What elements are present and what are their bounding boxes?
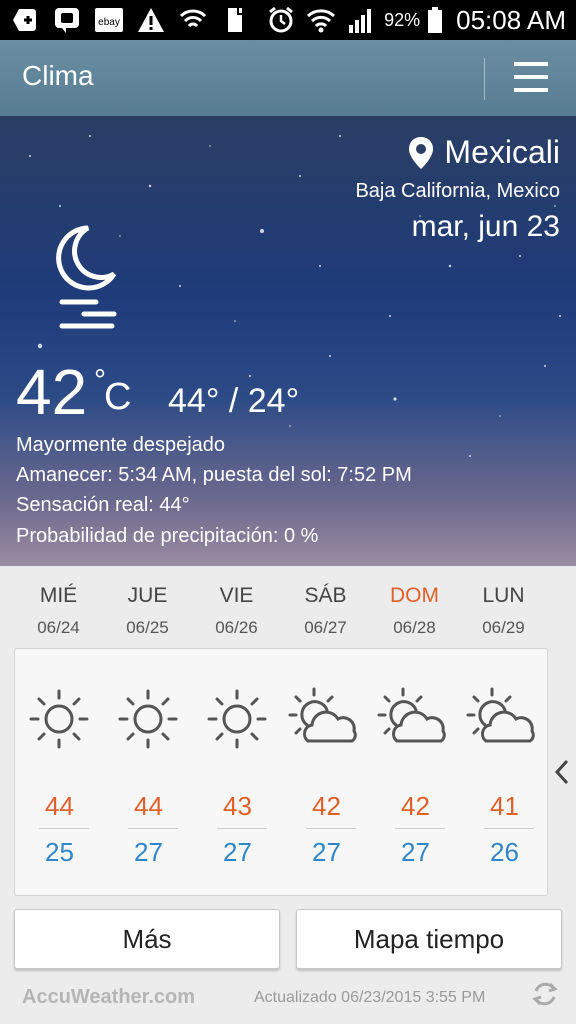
day-header: VIE 06/26 <box>192 566 281 638</box>
partly-cloudy-icon <box>288 687 357 743</box>
forecast-low: 27 <box>401 837 430 867</box>
region-name: Baja California, Mexico <box>355 180 560 202</box>
accuweather-logo[interactable]: AccuWeather.com <box>22 986 195 1009</box>
day-header: SÁB 06/27 <box>281 566 370 638</box>
battery-icon <box>426 4 444 36</box>
moon-haze-icon <box>56 225 117 329</box>
alarm-icon <box>264 4 298 36</box>
status-bar: ebay 92% 05:08 AM <box>0 0 576 40</box>
day-date: 06/27 <box>304 618 347 637</box>
wifi-icon <box>304 4 338 36</box>
forecast-high: 44 <box>134 791 163 821</box>
current-temperature: 42 <box>16 356 88 428</box>
location-pin-icon <box>409 136 434 169</box>
sun-icon <box>118 689 178 749</box>
warning-icon <box>134 4 168 36</box>
forecast-low: 25 <box>45 837 74 867</box>
day-date: 06/25 <box>126 618 169 637</box>
sunrise-sunset-text: Amanecer: 5:34 AM, puesta del sol: 7:52 … <box>16 464 412 486</box>
day-name: SÁB <box>304 584 347 607</box>
battery-percent: 92% <box>384 10 421 30</box>
city-name: Mexicali <box>444 134 560 170</box>
day-name: DOM <box>390 584 439 607</box>
forecast-high: 44 <box>45 791 74 821</box>
current-date: mar, jun 23 <box>411 210 560 243</box>
precipitation-text: Probabilidad de precipitación: 0 % <box>16 525 319 547</box>
sim-icon <box>218 4 252 36</box>
forecast-separator <box>484 828 534 829</box>
forecast-separator <box>306 828 356 829</box>
day-header: MIÉ 06/24 <box>14 566 103 638</box>
day-date: 06/29 <box>482 618 525 637</box>
forecast-high: 41 <box>490 791 519 821</box>
ebay-icon: ebay <box>92 4 126 36</box>
forecast-day[interactable]: 44 27 <box>104 649 193 895</box>
forecast-separator <box>39 828 89 829</box>
day-header: LUN 06/29 <box>459 566 548 638</box>
side-panel-toggle[interactable] <box>552 758 572 791</box>
forecast-day[interactable]: 43 27 <box>193 649 282 895</box>
forecast-high: 42 <box>312 791 341 821</box>
chevron-left-icon <box>554 759 569 785</box>
app-title: Clima <box>22 60 94 91</box>
refresh-icon <box>532 982 558 1006</box>
refresh-button[interactable] <box>530 979 560 1014</box>
svg-text:ebay: ebay <box>98 17 120 28</box>
app-bar-divider <box>484 58 485 100</box>
day-header: JUE 06/25 <box>103 566 192 638</box>
day-name: VIE <box>219 584 254 607</box>
hamburger-menu-icon <box>514 62 548 92</box>
forecast-separator <box>395 828 445 829</box>
forecast-low: 26 <box>490 837 519 867</box>
temperature-unit: C <box>104 376 132 418</box>
forecast-high: 42 <box>401 791 430 821</box>
sun-icon <box>29 689 89 749</box>
bbm-icon <box>50 4 84 36</box>
day-date: 06/26 <box>215 618 258 637</box>
forecast-day[interactable]: 41 26 <box>460 649 549 895</box>
weather-map-button[interactable]: Mapa tiempo <box>296 909 562 969</box>
day-header: DOM 06/28 <box>370 566 459 638</box>
location: Mexicali <box>408 134 560 171</box>
day-date: 06/28 <box>393 618 436 637</box>
forecast-day[interactable]: 42 27 <box>371 649 460 895</box>
forecast-card[interactable]: 44 25 44 27 43 27 42 27 42 27 41 26 <box>14 648 548 896</box>
forecast-day-headers: MIÉ 06/24 JUE 06/25 VIE 06/26 SÁB 06/27 … <box>14 566 548 648</box>
forecast-separator <box>217 828 267 829</box>
forecast-day[interactable]: 42 27 <box>282 649 371 895</box>
forecast-high: 43 <box>223 791 252 821</box>
day-name: JUE <box>127 584 168 607</box>
partly-cloudy-icon <box>377 687 446 743</box>
feels-like-text: Sensación real: 44° <box>16 494 190 516</box>
sun-icon <box>207 689 267 749</box>
wifi-alert-icon <box>176 4 210 36</box>
day-name: LUN <box>482 584 525 607</box>
forecast-separator <box>128 828 178 829</box>
partly-cloudy-icon <box>466 687 535 743</box>
forecast-low: 27 <box>312 837 341 867</box>
signal-icon <box>344 4 378 36</box>
app-bar: Clima <box>0 40 576 116</box>
hi-lo-temperature: 44° / 24° <box>168 382 300 420</box>
last-updated-text: Actualizado 06/23/2015 3:55 PM <box>254 989 486 1006</box>
day-name: MIÉ <box>39 584 78 607</box>
day-date: 06/24 <box>37 618 80 637</box>
current-conditions-panel: Mexicali Baja California, Mexico mar, ju… <box>0 116 576 566</box>
more-button[interactable]: Más <box>14 909 280 969</box>
forecast-low: 27 <box>223 837 252 867</box>
clock: 05:08 AM <box>456 5 566 35</box>
forecast-low: 27 <box>134 837 163 867</box>
forecast-day[interactable]: 44 25 <box>15 649 104 895</box>
add-icon <box>8 4 42 36</box>
menu-button[interactable] <box>505 58 557 100</box>
condition-text: Mayormente despejado <box>16 434 226 456</box>
